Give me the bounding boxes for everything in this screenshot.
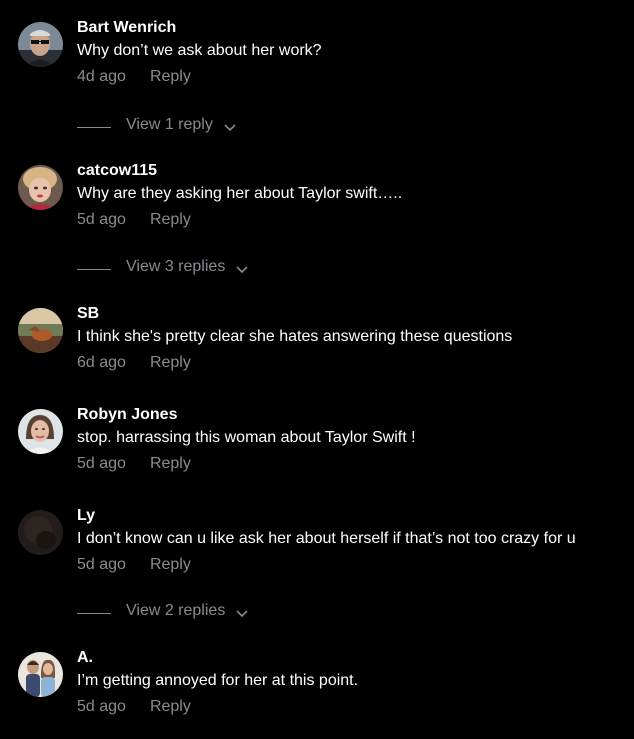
- comment-username[interactable]: catcow115: [77, 162, 157, 180]
- comment-text: stop. harrassing this woman about Taylor…: [77, 429, 416, 446]
- comment-text: Why are they asking her about Taylor swi…: [77, 185, 403, 202]
- reply-button[interactable]: Reply: [150, 698, 191, 715]
- comment-text: Why don’t we ask about her work?: [77, 42, 322, 59]
- view-replies-button[interactable]: View 3 replies: [77, 258, 337, 280]
- chevron-down-icon: [224, 116, 236, 143]
- reply-button[interactable]: Reply: [150, 68, 191, 85]
- reply-button[interactable]: Reply: [150, 354, 191, 371]
- comment-meta: 5d ago Reply: [77, 455, 191, 473]
- view-replies-button[interactable]: View 2 replies: [77, 602, 337, 624]
- view-replies-button[interactable]: View 1 reply: [77, 116, 337, 138]
- reply-button[interactable]: Reply: [150, 455, 191, 472]
- avatar-woman-icon[interactable]: [18, 409, 63, 454]
- reply-button[interactable]: Reply: [150, 556, 191, 573]
- comment-meta: 6d ago Reply: [77, 354, 191, 372]
- chevron-down-icon: [236, 258, 248, 285]
- comment-timestamp: 5d ago: [77, 556, 126, 573]
- comment-timestamp: 4d ago: [77, 68, 126, 85]
- comment-timestamp: 5d ago: [77, 455, 126, 472]
- comment-username[interactable]: Ly: [77, 507, 95, 525]
- comment-username[interactable]: A.: [77, 649, 93, 667]
- comment-username[interactable]: SB: [77, 305, 99, 323]
- avatar-couple-icon[interactable]: [18, 652, 63, 697]
- comment-text: I’m getting annoyed for her at this poin…: [77, 672, 359, 689]
- comment-timestamp: 6d ago: [77, 354, 126, 371]
- comment-meta: 4d ago Reply: [77, 68, 191, 86]
- divider-line: [77, 127, 111, 128]
- view-replies-label: View 3 replies: [126, 258, 226, 275]
- comment-timestamp: 5d ago: [77, 698, 126, 715]
- comment-meta: 5d ago Reply: [77, 698, 191, 716]
- comment-text: I think she's pretty clear she hates ans…: [77, 328, 513, 345]
- divider-line: [77, 613, 111, 614]
- view-replies-label: View 1 reply: [126, 116, 213, 133]
- comment-username[interactable]: Bart Wenrich: [77, 19, 176, 37]
- avatar-man-sunglasses-icon[interactable]: [18, 22, 63, 67]
- comment-meta: 5d ago Reply: [77, 556, 191, 574]
- comment-username[interactable]: Robyn Jones: [77, 406, 177, 424]
- comment-meta: 5d ago Reply: [77, 211, 191, 229]
- chevron-down-icon: [236, 602, 248, 629]
- avatar-doll-icon[interactable]: [18, 165, 63, 210]
- divider-line: [77, 269, 111, 270]
- view-replies-label: View 2 replies: [126, 602, 226, 619]
- reply-button[interactable]: Reply: [150, 211, 191, 228]
- comment-text: I don’t know can u like ask her about he…: [77, 530, 576, 547]
- avatar-landscape-sunset-icon[interactable]: [18, 308, 63, 353]
- comment-timestamp: 5d ago: [77, 211, 126, 228]
- avatar-dark-icon[interactable]: [18, 510, 63, 555]
